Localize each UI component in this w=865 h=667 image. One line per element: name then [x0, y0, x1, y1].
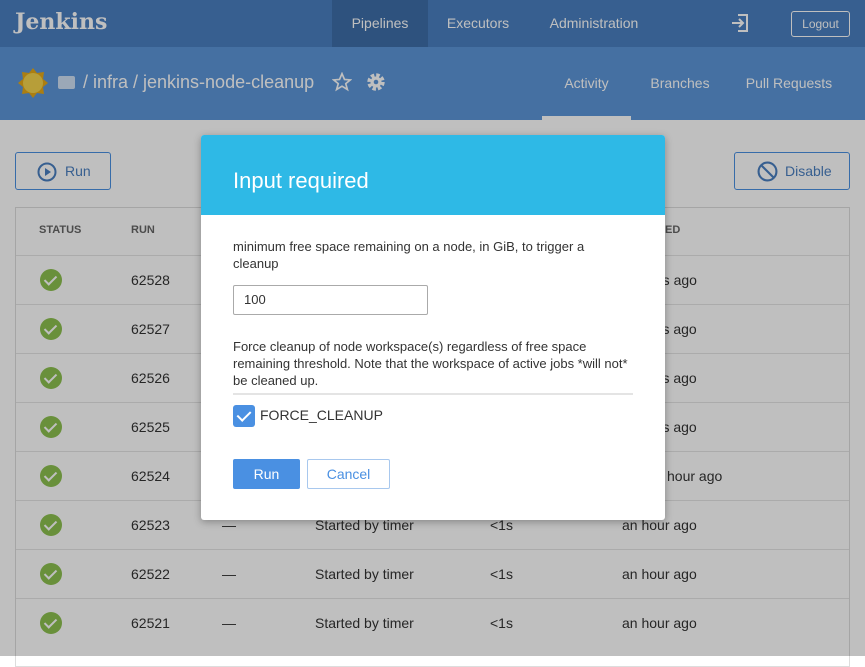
force-cleanup-checkbox[interactable] [233, 405, 255, 427]
input-modal: Input required minimum free space remain… [201, 135, 665, 520]
modal-run-button[interactable]: Run [233, 459, 300, 489]
divider [233, 393, 633, 395]
modal-title: Input required [201, 135, 665, 215]
force-cleanup-label[interactable]: FORCE_CLEANUP [260, 407, 383, 423]
param2-description: Force cleanup of node workspace(s) regar… [233, 339, 628, 388]
modal-cancel-button[interactable]: Cancel [307, 459, 390, 489]
param1-description: minimum free space remaining on a node, … [233, 239, 585, 271]
min-free-space-input[interactable]: 100 [233, 285, 428, 315]
